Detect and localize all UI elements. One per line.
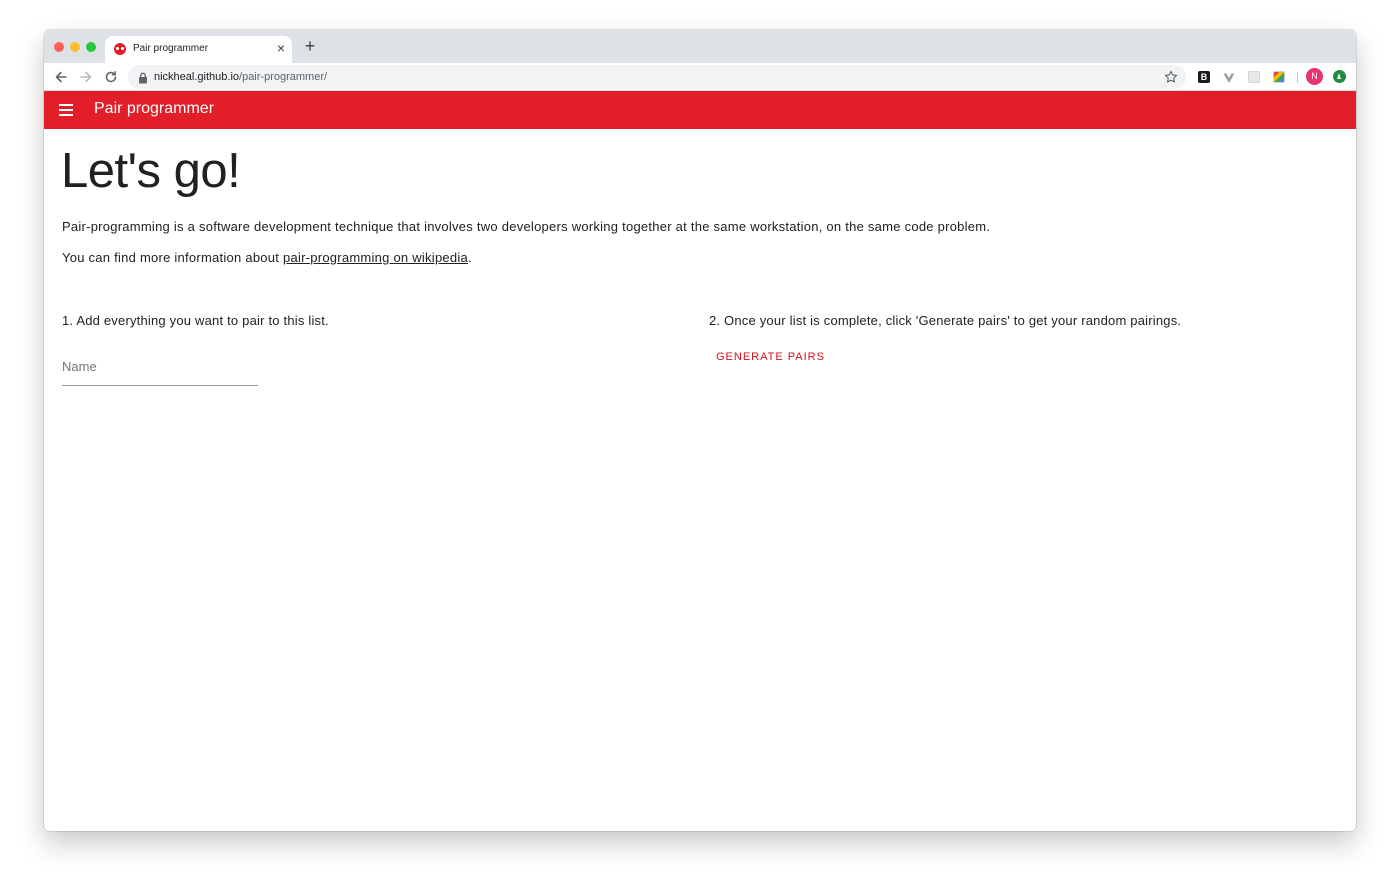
- page-heading: Let's go!: [61, 144, 241, 198]
- intro-paragraph: Pair-programming is a software developme…: [62, 219, 991, 234]
- vue-devtools-icon[interactable]: [1223, 71, 1235, 83]
- pair-programmer-favicon-icon: [114, 43, 126, 55]
- tab-strip: Pair programmer × +: [44, 30, 1356, 63]
- bold-extension-icon[interactable]: B: [1198, 71, 1210, 83]
- name-input[interactable]: [62, 346, 258, 386]
- page-content: Let's go! Pair-programming is a software…: [44, 129, 1356, 831]
- grey-extension-icon[interactable]: [1248, 71, 1260, 83]
- app-bar: Pair programmer: [44, 91, 1356, 129]
- reload-icon[interactable]: [103, 69, 119, 85]
- lock-icon: [138, 71, 148, 84]
- profile-avatar[interactable]: N: [1306, 68, 1323, 85]
- close-window-button[interactable]: [54, 42, 64, 52]
- minimize-window-button[interactable]: [70, 42, 80, 52]
- browser-toolbar: nickheal.github.io/pair-programmer/ B N: [44, 63, 1356, 91]
- browser-tab[interactable]: Pair programmer ×: [105, 36, 292, 63]
- update-icon[interactable]: [1333, 70, 1346, 83]
- maximize-window-button[interactable]: [86, 42, 96, 52]
- step-one-instruction: 1. Add everything you want to pair to th…: [62, 313, 329, 328]
- new-tab-button[interactable]: +: [302, 37, 318, 55]
- forward-arrow-icon[interactable]: [78, 69, 94, 85]
- tab-title: Pair programmer: [133, 43, 209, 54]
- more-info-suffix: .: [468, 250, 472, 265]
- url-text: nickheal.github.io/pair-programmer/: [154, 71, 327, 83]
- colorful-extension-icon[interactable]: [1273, 71, 1285, 83]
- toolbar-divider: [1297, 72, 1298, 83]
- tab-close-icon[interactable]: ×: [274, 41, 288, 55]
- step-two-instruction: 2. Once your list is complete, click 'Ge…: [709, 313, 1182, 328]
- url-host: nickheal.github.io: [154, 71, 240, 83]
- wikipedia-link[interactable]: pair-programming on wikipedia: [283, 250, 468, 265]
- address-bar[interactable]: nickheal.github.io/pair-programmer/: [128, 65, 1186, 89]
- url-path: /pair-programmer/: [239, 71, 328, 83]
- generate-pairs-button[interactable]: GENERATE PAIRS: [710, 345, 831, 369]
- browser-window: Pair programmer × + nickheal.github.io/p…: [44, 30, 1356, 831]
- hamburger-menu-icon[interactable]: [59, 104, 73, 116]
- back-arrow-icon[interactable]: [53, 69, 69, 85]
- more-info-paragraph: You can find more information about pair…: [62, 250, 472, 265]
- name-field: [62, 346, 258, 386]
- app-title: Pair programmer: [94, 100, 215, 117]
- bookmark-star-icon[interactable]: [1164, 70, 1178, 84]
- more-info-prefix: You can find more information about: [62, 250, 283, 265]
